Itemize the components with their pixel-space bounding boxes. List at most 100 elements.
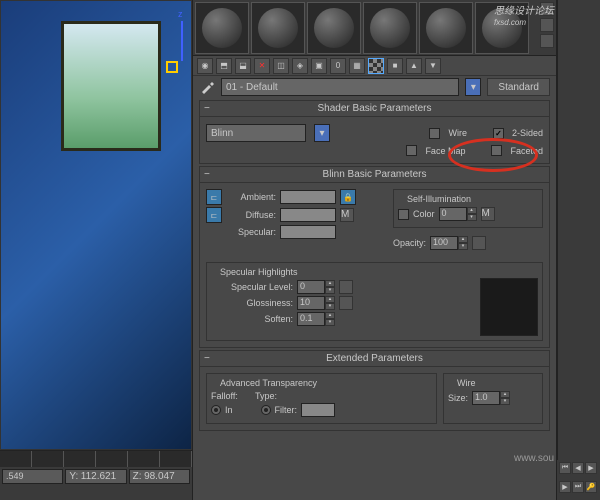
material-type-button[interactable]: Standard: [487, 78, 550, 96]
sample-slot[interactable]: [363, 2, 417, 54]
specular-label: Specular:: [226, 227, 276, 237]
type-label: Type:: [255, 391, 277, 401]
key-mode-icon[interactable]: 🔑: [585, 481, 597, 493]
two-sided-label: 2-Sided: [512, 128, 543, 138]
color-label: Color: [413, 209, 435, 219]
self-illum-map-button[interactable]: M: [481, 207, 495, 221]
self-illum-spinner[interactable]: 0 ▴▾: [439, 207, 477, 221]
filter-radio[interactable]: [261, 405, 271, 415]
goto-start-icon[interactable]: ⏮: [559, 462, 571, 474]
wire-size-spinner[interactable]: 1.0 ▴▾: [472, 391, 510, 405]
y-coord[interactable]: Y: 112.621: [65, 469, 126, 484]
falloff-label: Falloff:: [211, 391, 251, 401]
make-unique-icon[interactable]: ◈: [292, 58, 308, 74]
background-icon[interactable]: [540, 34, 554, 48]
wire-checkbox[interactable]: [429, 128, 440, 139]
show-end-result-icon[interactable]: ■: [387, 58, 403, 74]
ad-lock-icon[interactable]: 🔒: [340, 189, 356, 205]
dropdown-arrow-icon[interactable]: ▾: [314, 124, 330, 142]
material-toolbar: ◉ ⬒ ⬓ ✕ ◫ ◈ ▣ 0 ▦ ■ ▲ ▼: [193, 56, 556, 76]
diffuse-map-button[interactable]: M: [340, 208, 354, 222]
timeline: .549 Y: 112.621 Z: 98.047: [0, 450, 192, 500]
sphere-icon: [202, 8, 242, 48]
size-label: Size:: [448, 393, 468, 403]
make-copy-icon[interactable]: ◫: [273, 58, 289, 74]
z-coord[interactable]: Z: 98.047: [129, 469, 190, 484]
color-checkbox[interactable]: [398, 209, 409, 220]
time-ruler[interactable]: [0, 451, 192, 467]
ambient-lock-icon[interactable]: ⊏: [206, 189, 222, 205]
adv-trans-label: Advanced Transparency: [217, 378, 320, 388]
sphere-icon: [370, 8, 410, 48]
rollup-title: Extended Parameters: [326, 353, 423, 364]
sample-slot[interactable]: [307, 2, 361, 54]
dropdown-arrow-icon[interactable]: ▾: [465, 78, 481, 96]
reset-icon[interactable]: ✕: [254, 58, 270, 74]
command-panel-strip: [557, 0, 600, 500]
in-label: In: [225, 405, 233, 415]
material-name-label: 01 - Default: [226, 82, 278, 93]
get-material-icon[interactable]: ◉: [197, 58, 213, 74]
face-map-label: Face Map: [425, 146, 465, 156]
assign-icon[interactable]: ⬓: [235, 58, 251, 74]
extended-params-rollup: Extended Parameters Advanced Transparenc…: [199, 350, 550, 431]
play-icon[interactable]: ▶: [585, 462, 597, 474]
go-parent-icon[interactable]: ▲: [406, 58, 422, 74]
shader-basic-rollup: Shader Basic Parameters Blinn ▾ Wire 2-S…: [199, 100, 550, 164]
opacity-spinner[interactable]: 100 ▴▾: [430, 236, 468, 250]
two-sided-checkbox[interactable]: [493, 128, 504, 139]
sample-slot[interactable]: [251, 2, 305, 54]
opacity-map-button[interactable]: [472, 236, 486, 250]
shader-type-dropdown[interactable]: Blinn: [206, 124, 306, 142]
self-illum-label: Self-Illumination: [404, 194, 474, 204]
spec-level-label: Specular Level:: [211, 282, 293, 292]
put-to-library-icon[interactable]: ▣: [311, 58, 327, 74]
viewport-perspective[interactable]: [0, 0, 192, 450]
blinn-basic-rollup: Blinn Basic Parameters ⊏ Ambient: 🔒 ⊏ Di…: [199, 166, 550, 348]
sphere-icon: [258, 8, 298, 48]
filter-swatch[interactable]: [301, 403, 335, 417]
show-in-viewport-icon[interactable]: ▦: [349, 58, 365, 74]
wire-group-label: Wire: [454, 378, 479, 388]
gloss-map-button[interactable]: [339, 296, 353, 310]
go-forward-icon[interactable]: ▼: [425, 58, 441, 74]
soften-label: Soften:: [211, 314, 293, 324]
next-frame-icon[interactable]: ▶: [559, 481, 571, 493]
prev-frame-icon[interactable]: ◀: [572, 462, 584, 474]
ambient-swatch[interactable]: [280, 190, 336, 204]
z-axis: [181, 21, 183, 61]
sample-slot[interactable]: [419, 2, 473, 54]
rollup-header[interactable]: Shader Basic Parameters: [200, 101, 549, 117]
show-map-icon[interactable]: [368, 58, 384, 74]
gizmo-center[interactable]: [166, 61, 178, 73]
spec-level-map-button[interactable]: [339, 280, 353, 294]
in-radio[interactable]: [211, 405, 221, 415]
diffuse-swatch[interactable]: [280, 208, 336, 222]
specular-swatch[interactable]: [280, 225, 336, 239]
spec-level-spinner[interactable]: 0 ▴▾: [297, 280, 335, 294]
rollup-title: Blinn Basic Parameters: [323, 169, 427, 180]
rollup-header[interactable]: Extended Parameters: [200, 351, 549, 367]
x-coord[interactable]: .549: [2, 469, 63, 484]
eyedropper-icon[interactable]: [199, 79, 215, 95]
sphere-icon: [426, 8, 466, 48]
goto-end-icon[interactable]: ⏭: [572, 481, 584, 493]
filter-label: Filter:: [275, 405, 298, 415]
sample-slot[interactable]: [195, 2, 249, 54]
diffuse-lock-icon[interactable]: ⊏: [206, 207, 222, 223]
face-map-checkbox[interactable]: [406, 145, 417, 156]
diffuse-label: Diffuse:: [226, 210, 276, 220]
rollup-header[interactable]: Blinn Basic Parameters: [200, 167, 549, 183]
opacity-label: Opacity:: [393, 238, 426, 248]
soften-spinner[interactable]: 0.1 ▴▾: [297, 312, 335, 326]
highlight-curve: [480, 278, 538, 336]
material-name-dropdown[interactable]: 01 - Default: [221, 78, 459, 96]
gloss-label: Glossiness:: [211, 298, 293, 308]
put-to-scene-icon[interactable]: ⬒: [216, 58, 232, 74]
gloss-spinner[interactable]: 10 ▴▾: [297, 296, 335, 310]
ambient-label: Ambient:: [226, 192, 276, 202]
faceted-checkbox[interactable]: [491, 145, 502, 156]
rollup-title: Shader Basic Parameters: [318, 103, 432, 114]
material-id-icon[interactable]: 0: [330, 58, 346, 74]
spec-highlights-label: Specular Highlights: [217, 267, 301, 277]
